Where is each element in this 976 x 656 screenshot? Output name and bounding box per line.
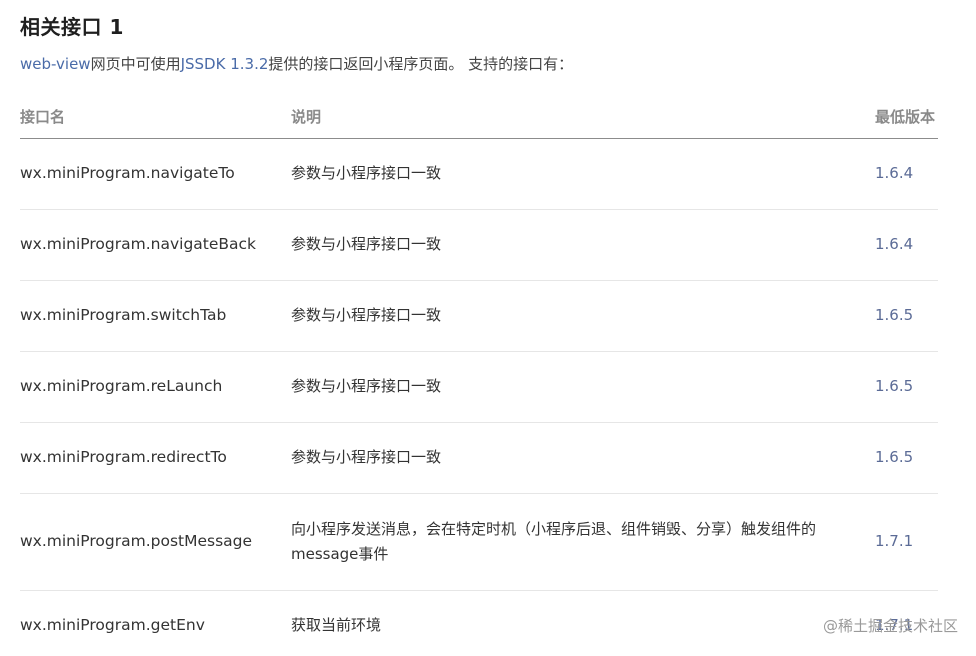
- api-name-cell: wx.miniProgram.switchTab: [20, 280, 291, 352]
- version-cell: 1.6.4: [875, 209, 938, 281]
- description-cell: 参数与小程序接口一致: [291, 138, 875, 210]
- description-cell: 参数与小程序接口一致: [291, 280, 875, 352]
- api-name-cell: wx.miniProgram.postMessage: [20, 493, 291, 591]
- version-cell: 1.6.5: [875, 351, 938, 423]
- web-view-link[interactable]: web-view: [20, 55, 91, 73]
- description-cell: 参数与小程序接口一致: [291, 209, 875, 281]
- api-name-cell: wx.miniProgram.reLaunch: [20, 351, 291, 423]
- version-cell: 1.6.5: [875, 280, 938, 352]
- description-cell: 向小程序发送消息，会在特定时机（小程序后退、组件销毁、分享）触发组件的messa…: [291, 493, 875, 591]
- version-cell: 1.6.4: [875, 138, 938, 210]
- api-name-cell: wx.miniProgram.getEnv: [20, 615, 205, 634]
- doc-page: 相关接口 1 web-view网页中可使用JSSDK 1.3.2提供的接口返回小…: [0, 0, 976, 656]
- header-api-name: 接口名: [20, 96, 291, 139]
- header-description: 说明: [291, 96, 875, 139]
- api-name-cell: wx.miniProgram.navigateBack: [20, 209, 291, 281]
- description-cell: 获取当前环境: [291, 615, 382, 634]
- table-row: wx.miniProgram.reLaunch 参数与小程序接口一致 1.6.5: [20, 351, 938, 423]
- watermark: @稀土掘金技术社区: [822, 617, 958, 635]
- version-cell: 1.6.5: [875, 422, 938, 494]
- header-min-version: 最低版本: [875, 96, 938, 139]
- api-name-cell: wx.miniProgram.navigateTo: [20, 138, 291, 210]
- jssdk-link[interactable]: JSSDK 1.3.2: [181, 55, 269, 73]
- section-heading: 相关接口 1: [20, 15, 124, 39]
- api-table: 接口名 说明 最低版本 wx.miniProgram.navigateTo 参数…: [20, 96, 938, 656]
- table-row: wx.miniProgram.redirectTo 参数与小程序接口一致 1.6…: [20, 422, 938, 494]
- table-row: wx.miniProgram.navigateBack 参数与小程序接口一致 1…: [20, 209, 938, 281]
- table-header: 接口名 说明 最低版本: [20, 96, 938, 139]
- table-row: wx.miniProgram.navigateTo 参数与小程序接口一致 1.6…: [20, 138, 938, 210]
- intro-text-1: 网页中可使用: [90, 55, 181, 73]
- description-cell: 参数与小程序接口一致: [291, 422, 875, 494]
- description-cell: 参数与小程序接口一致: [291, 351, 875, 423]
- api-name-cell: wx.miniProgram.redirectTo: [20, 422, 291, 494]
- intro-text-2: 提供的接口返回小程序页面。 支持的接口有：: [268, 55, 574, 73]
- intro-paragraph: web-view网页中可使用JSSDK 1.3.2提供的接口返回小程序页面。 支…: [20, 53, 573, 74]
- table-row: wx.miniProgram.getEnv 获取当前环境 1.7.1: [20, 590, 938, 656]
- table-row: wx.miniProgram.postMessage 向小程序发送消息，会在特定…: [20, 493, 938, 591]
- table-row: wx.miniProgram.switchTab 参数与小程序接口一致 1.6.…: [20, 280, 938, 352]
- version-cell: 1.7.1: [875, 493, 938, 591]
